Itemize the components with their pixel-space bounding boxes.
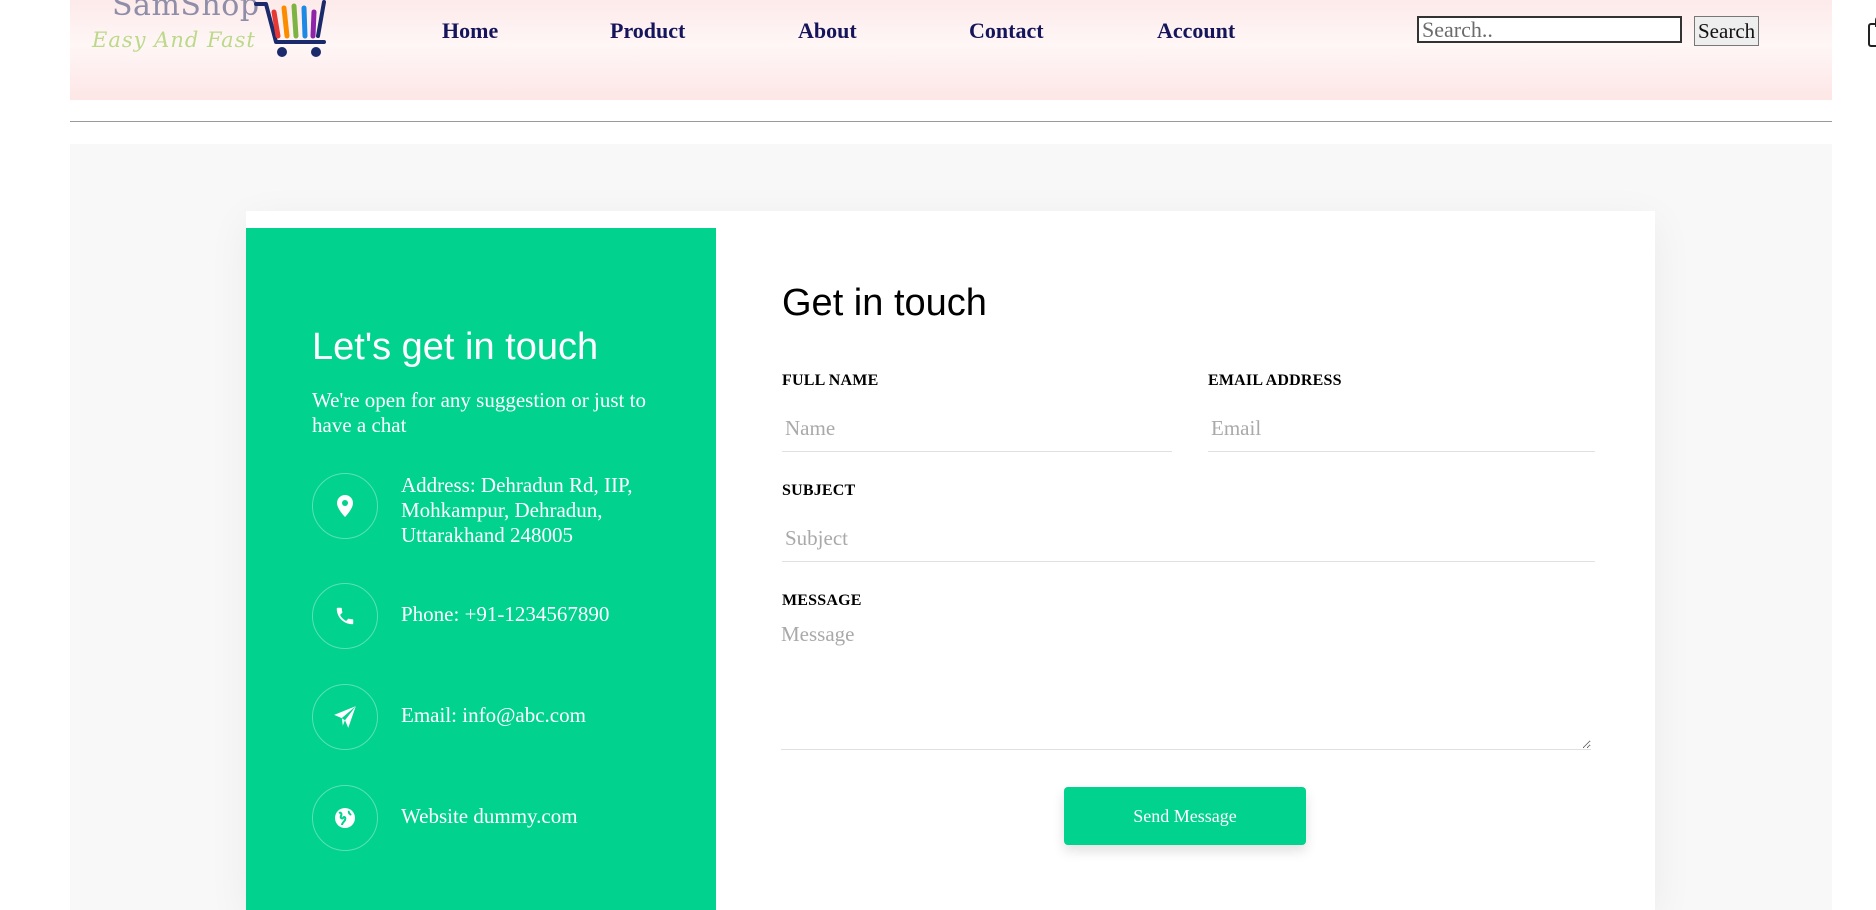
logo-tagline: Easy And Fast [92, 28, 256, 52]
email-field[interactable] [1208, 406, 1595, 452]
message-label: MESSAGE [782, 592, 862, 609]
map-marker-icon [312, 473, 378, 539]
phone-icon [312, 583, 378, 649]
header-divider [70, 121, 1832, 122]
nav-account[interactable]: Account [1157, 18, 1235, 44]
message-field[interactable] [781, 614, 1591, 750]
cart-logo-icon [252, 0, 336, 65]
nav-product[interactable]: Product [610, 18, 685, 44]
address-text: Address: Dehradun Rd, IIP, Mohkampur, De… [401, 473, 633, 547]
logo-name: SamShop [112, 0, 260, 23]
subject-label: SUBJECT [782, 482, 856, 499]
info-subtitle: We're open for any suggestion or just to… [312, 388, 646, 437]
form-title: Get in touch [782, 282, 987, 324]
search-button[interactable]: Search [1694, 16, 1760, 46]
nav-contact[interactable]: Contact [969, 18, 1044, 44]
site-header: SamShop Easy And Fast Home Product About… [70, 0, 1876, 100]
site-logo[interactable]: SamShop Easy And Fast [92, 0, 326, 68]
search-input[interactable] [1417, 16, 1682, 43]
nav-home[interactable]: Home [442, 18, 498, 44]
info-title: Let's get in touch [312, 326, 599, 368]
shopping-bag-icon[interactable] [1867, 14, 1876, 53]
website-text: Website dummy.com [401, 804, 578, 828]
phone-text: Phone: +91-1234567890 [401, 602, 610, 626]
globe-icon [312, 785, 378, 851]
email-text: Email: info@abc.com [401, 703, 586, 727]
subject-field[interactable] [782, 516, 1595, 562]
send-message-button[interactable]: Send Message [1064, 787, 1306, 845]
full-name-label: FULL NAME [782, 372, 879, 389]
paper-plane-icon [312, 684, 378, 750]
contact-info-panel: Let's get in touch We're open for any su… [246, 228, 716, 910]
email-label: EMAIL ADDRESS [1208, 372, 1342, 389]
full-name-field[interactable] [782, 406, 1172, 452]
nav-about[interactable]: About [798, 18, 857, 44]
